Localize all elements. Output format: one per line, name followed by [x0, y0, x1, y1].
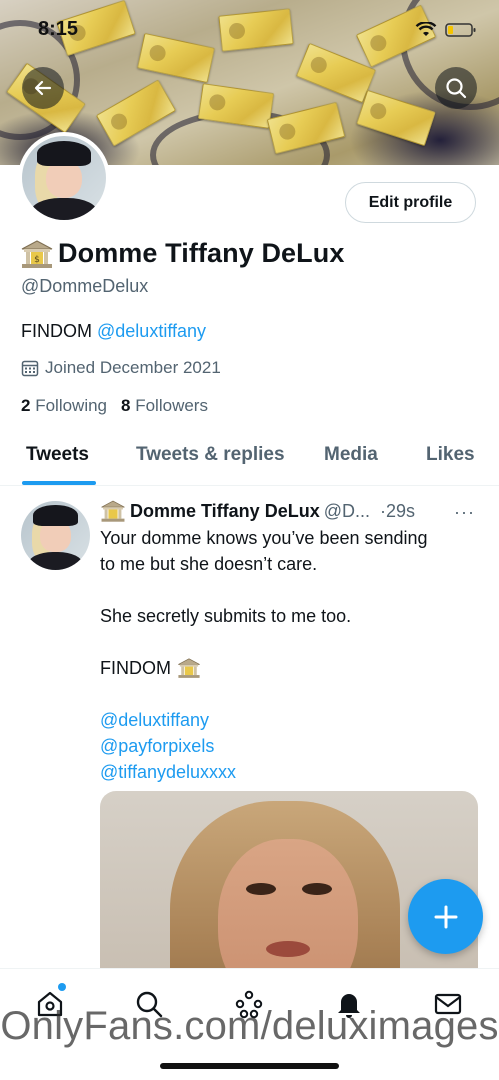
- home-indicator[interactable]: [160, 1063, 339, 1069]
- tweet-findom-text: FINDOM: [100, 658, 171, 678]
- tweet-body: Your domme knows you’ve been sending to …: [100, 525, 480, 785]
- profile-page: 8:15 Edit profile $ Domme Tiffany DeLux …: [0, 0, 499, 1080]
- profile-bio: FINDOM @deluxtiffany: [21, 321, 206, 342]
- bio-text: FINDOM: [21, 321, 92, 341]
- banknote: [266, 101, 346, 155]
- bank-icon: [101, 500, 125, 522]
- tweet-line: She secretly submits to me too.: [100, 606, 352, 626]
- arrow-left-icon: [34, 80, 52, 96]
- tweet-mention-link[interactable]: @payforpixels: [100, 733, 480, 759]
- bank-icon: $: [21, 239, 53, 268]
- following-count: 2: [21, 396, 31, 415]
- watermark-text: OnlyFans.com/deluximages: [0, 1004, 499, 1048]
- edit-profile-button[interactable]: Edit profile: [345, 182, 476, 223]
- following-link[interactable]: 2 Following: [21, 396, 107, 416]
- tab-likes[interactable]: Likes: [426, 444, 475, 466]
- search-icon: [446, 78, 467, 99]
- calendar-icon: [21, 360, 39, 377]
- joined-date: Joined December 2021: [21, 358, 221, 378]
- active-tab-indicator: [22, 481, 96, 485]
- compose-tweet-button[interactable]: [408, 879, 483, 954]
- joined-text: Joined December 2021: [45, 358, 221, 377]
- followers-link[interactable]: 8 Followers: [121, 396, 208, 416]
- followers-count: 8: [121, 396, 131, 415]
- banknote: [356, 89, 436, 147]
- search-button[interactable]: [435, 67, 477, 109]
- battery-icon: [445, 23, 476, 37]
- status-bar: 8:15: [0, 0, 499, 54]
- profile-avatar[interactable]: [18, 132, 110, 224]
- avatar-image: [22, 136, 106, 220]
- followers-label: Followers: [135, 396, 208, 415]
- tweet-line-findom: FINDOM: [100, 655, 480, 681]
- profile-handle: @DommeDelux: [21, 276, 149, 296]
- tweet-header: Domme Tiffany DeLux @D... ·29s ···: [100, 498, 485, 524]
- tweet-more-icon[interactable]: ···: [454, 502, 475, 523]
- home-notification-dot: [58, 983, 66, 991]
- tweet-author-name[interactable]: Domme Tiffany DeLux: [130, 501, 320, 522]
- tweet-line: Your domme knows you’ve been sending: [100, 528, 428, 548]
- bio-link[interactable]: @deluxtiffany: [97, 321, 206, 341]
- tweet-line: to me but she doesn’t care.: [100, 554, 318, 574]
- display-name: Domme Tiffany DeLux: [58, 238, 345, 268]
- status-time: 8:15: [38, 18, 79, 40]
- tweet-timestamp: ·29s: [379, 500, 415, 521]
- bank-icon: [178, 658, 200, 678]
- tab-tweets[interactable]: Tweets: [26, 444, 89, 466]
- tweet-mention-link[interactable]: @deluxtiffany: [100, 707, 480, 733]
- back-button[interactable]: [22, 67, 64, 109]
- svg-text:$: $: [34, 255, 40, 265]
- tab-media[interactable]: Media: [324, 444, 378, 466]
- profile-tabs: Tweets Tweets & replies Media Likes: [0, 431, 499, 486]
- tweet-avatar[interactable]: [21, 501, 90, 570]
- wifi-icon: [415, 22, 437, 36]
- tweet-mention-link[interactable]: @tiffanydeluxxxx: [100, 759, 480, 785]
- tab-tweets-replies[interactable]: Tweets & replies: [136, 444, 285, 466]
- follow-stats: 2 Following 8 Followers: [21, 396, 208, 416]
- display-name-row: $ Domme Tiffany DeLux: [20, 238, 344, 269]
- plus-icon: [434, 905, 457, 928]
- tweet-author-handle: @D...: [323, 500, 370, 521]
- status-icons: [415, 22, 477, 38]
- following-label: Following: [35, 396, 108, 415]
